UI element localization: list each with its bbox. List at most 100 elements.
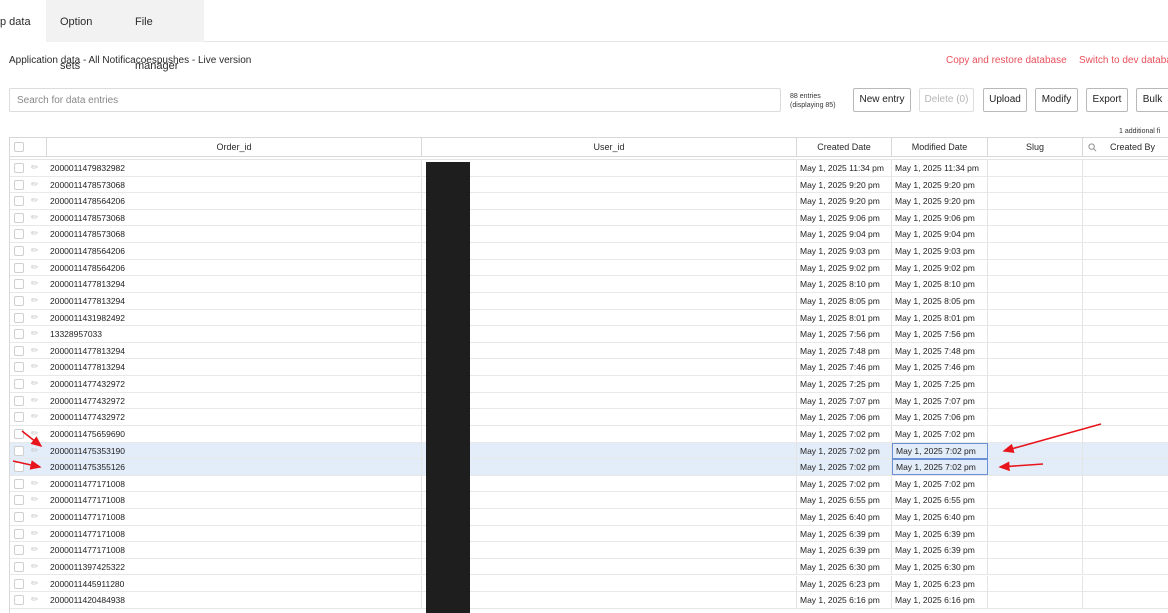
row-checkbox[interactable] [14, 329, 24, 340]
pencil-icon[interactable]: ✏ [31, 378, 39, 389]
pencil-icon[interactable]: ✏ [31, 212, 39, 223]
cell-user-id[interactable] [422, 292, 797, 309]
cell-user-id[interactable] [422, 425, 797, 442]
row-checkbox[interactable] [14, 179, 24, 190]
pencil-icon[interactable]: ✏ [31, 278, 39, 289]
cell-modified-date[interactable]: May 1, 2025 9:06 pm [892, 209, 988, 226]
cell-slug[interactable] [988, 276, 1083, 293]
pencil-icon[interactable]: ✏ [31, 295, 39, 306]
table-row[interactable]: ✏ 2000011478573068 May 1, 2025 9:04 pm May … [10, 226, 1168, 244]
cell-slug[interactable] [988, 392, 1083, 409]
pencil-icon[interactable]: ✏ [31, 179, 39, 190]
table-row[interactable]: ✏ 2000011477171008 May 1, 2025 6:39 pm May … [10, 525, 1168, 543]
table-row[interactable]: ✏ 2000011477171008 May 1, 2025 6:55 pm May … [10, 492, 1168, 509]
delete-button[interactable]: Delete (0) [919, 88, 974, 112]
cell-created-by[interactable] [1083, 509, 1168, 525]
pencil-icon[interactable]: ✏ [31, 445, 39, 456]
row-checkbox[interactable] [14, 362, 24, 373]
cell-slug[interactable] [988, 243, 1083, 260]
tab-option-sets[interactable]: Option sets [46, 0, 125, 72]
copy-restore-database-link[interactable]: Copy and restore database [946, 55, 1067, 66]
cell-created-by[interactable] [1083, 542, 1168, 558]
pencil-icon[interactable]: ✏ [31, 262, 39, 273]
pencil-icon[interactable]: ✏ [31, 411, 39, 422]
cell-modified-date[interactable]: May 1, 2025 6:16 pm [892, 592, 988, 609]
pencil-icon[interactable]: ✏ [31, 245, 39, 256]
cell-user-id[interactable] [422, 326, 797, 343]
upload-button[interactable]: Upload [983, 88, 1027, 112]
cell-order-id[interactable]: 2000011475659690 [47, 425, 422, 442]
search-icon[interactable] [1088, 143, 1097, 152]
cell-modified-date[interactable]: May 1, 2025 6:39 pm [892, 525, 988, 542]
cell-order-id[interactable]: 13328957033 [47, 326, 422, 343]
search-input[interactable] [9, 88, 781, 112]
cell-slug[interactable] [988, 425, 1083, 442]
cell-user-id[interactable] [422, 309, 797, 326]
row-checkbox[interactable] [14, 262, 24, 273]
tab-file-manager[interactable]: File manager [125, 0, 204, 72]
cell-order-id[interactable]: 2000011420484938 [47, 592, 422, 609]
cell-order-id[interactable]: 2000011478573068 [47, 209, 422, 226]
cell-slug[interactable] [988, 176, 1083, 193]
bulk-button[interactable]: Bulk [1136, 88, 1168, 112]
cell-user-id[interactable] [422, 525, 797, 542]
cell-created-date[interactable]: May 1, 2025 11:34 pm [797, 160, 892, 176]
cell-order-id[interactable]: 2000011477813294 [47, 359, 422, 376]
cell-slug[interactable] [988, 326, 1083, 343]
cell-created-date[interactable]: May 1, 2025 6:40 pm [797, 509, 892, 526]
table-row[interactable]: ✏ 2000011477171008 May 1, 2025 7:02 pm May … [10, 475, 1168, 493]
row-checkbox[interactable] [14, 595, 24, 606]
cell-slug[interactable] [988, 509, 1083, 526]
cell-user-id[interactable] [422, 442, 797, 459]
cell-modified-date[interactable]: May 1, 2025 7:02 pm [892, 475, 988, 492]
cell-slug[interactable] [988, 209, 1083, 226]
column-header-created-by-cell[interactable]: Created By [1083, 138, 1168, 157]
cell-user-id[interactable] [422, 342, 797, 359]
cell-created-date[interactable]: May 1, 2025 6:39 pm [797, 542, 892, 559]
cell-created-date[interactable]: May 1, 2025 9:03 pm [797, 243, 892, 260]
cell-modified-date[interactable]: May 1, 2025 9:03 pm [892, 243, 988, 260]
cell-slug[interactable] [988, 409, 1083, 426]
cell-slug[interactable] [988, 376, 1083, 393]
cell-created-by[interactable] [1083, 193, 1168, 209]
cell-order-id[interactable]: 2000011477171008 [47, 525, 422, 542]
table-row[interactable]: ✏ 2000011478564206 May 1, 2025 9:02 pm May … [10, 259, 1168, 277]
pencil-icon[interactable]: ✏ [31, 345, 39, 356]
pencil-icon[interactable]: ✏ [31, 478, 39, 489]
cell-modified-date[interactable]: May 1, 2025 9:04 pm [892, 226, 988, 243]
cell-modified-date[interactable]: May 1, 2025 6:55 pm [892, 492, 988, 509]
row-checkbox[interactable] [14, 279, 24, 290]
cell-created-date[interactable]: May 1, 2025 6:16 pm [797, 592, 892, 609]
cell-slug[interactable] [988, 359, 1083, 376]
table-row[interactable]: ✏ 2000011477432972 May 1, 2025 7:25 pm May … [10, 376, 1168, 393]
cell-created-date[interactable]: May 1, 2025 7:02 pm [797, 442, 892, 459]
cell-slug[interactable] [988, 259, 1083, 276]
cell-created-date[interactable]: May 1, 2025 7:02 pm [797, 459, 892, 476]
cell-created-by[interactable] [1083, 476, 1168, 492]
cell-created-date[interactable]: May 1, 2025 7:06 pm [797, 409, 892, 426]
cell-created-date[interactable]: May 1, 2025 7:07 pm [797, 392, 892, 409]
row-checkbox[interactable] [14, 445, 24, 456]
cell-modified-date[interactable]: May 1, 2025 7:46 pm [892, 359, 988, 376]
table-row[interactable]: ✏ 2000011475353190 May 1, 2025 7:02 pm May … [10, 442, 1168, 460]
cell-modified-date[interactable]: May 1, 2025 7:02 pm [892, 425, 988, 442]
cell-created-date[interactable]: May 1, 2025 7:48 pm [797, 342, 892, 359]
cell-user-id[interactable] [422, 392, 797, 409]
cell-order-id[interactable]: 2000011477171008 [47, 492, 422, 509]
cell-user-id[interactable] [422, 243, 797, 260]
cell-slug[interactable] [988, 525, 1083, 542]
cell-created-date[interactable]: May 1, 2025 6:23 pm [797, 575, 892, 592]
cell-created-date[interactable]: May 1, 2025 7:02 pm [797, 475, 892, 492]
cell-slug[interactable] [988, 292, 1083, 309]
cell-created-by[interactable] [1083, 326, 1168, 342]
row-checkbox[interactable] [14, 229, 24, 240]
pencil-icon[interactable]: ✏ [31, 395, 39, 406]
additional-fields-note[interactable]: 1 additional fi [1119, 128, 1160, 135]
row-checkbox[interactable] [14, 428, 24, 439]
cell-user-id[interactable] [422, 160, 797, 176]
row-checkbox[interactable] [14, 512, 24, 523]
cell-created-date[interactable]: May 1, 2025 7:25 pm [797, 376, 892, 393]
cell-modified-date[interactable]: May 1, 2025 7:25 pm [892, 376, 988, 393]
cell-user-id[interactable] [422, 558, 797, 575]
cell-order-id[interactable]: 2000011478573068 [47, 176, 422, 193]
